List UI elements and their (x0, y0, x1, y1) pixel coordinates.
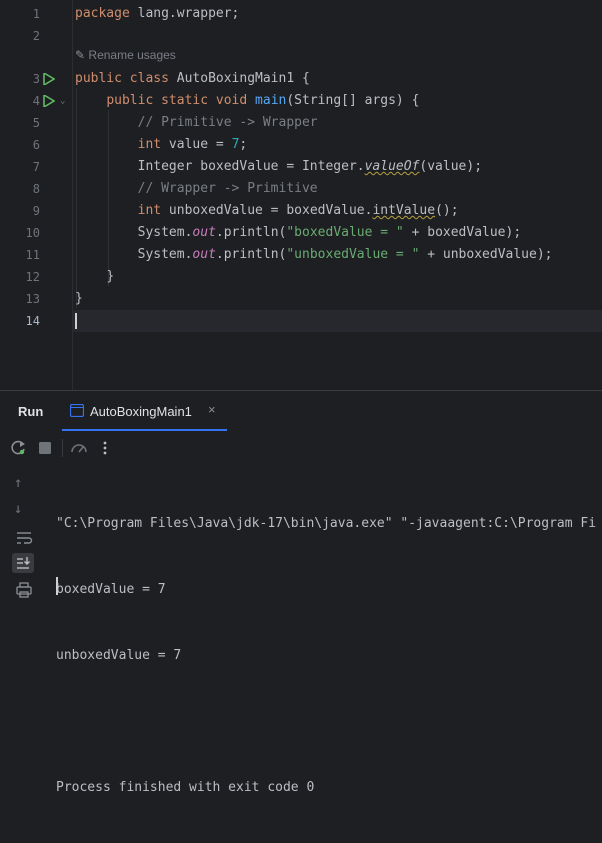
run-triangle-icon[interactable] (43, 95, 55, 107)
inlay-hint-label: Rename usages (88, 48, 176, 62)
line-number: 4 (32, 94, 40, 108)
code-line: int value = 7; (137, 137, 248, 152)
scroll-to-end-icon[interactable] (12, 553, 34, 573)
coverage-icon[interactable] (70, 439, 88, 457)
gutter-divider (72, 0, 73, 390)
line-number: 2 (32, 29, 40, 43)
console-line: "C:\Program Files\Java\jdk-17\bin\java.e… (56, 516, 597, 531)
toolbar-separator (62, 439, 63, 457)
code-line: int unboxedValue = boxedValue.intValue()… (137, 203, 459, 218)
inlay-hint[interactable]: ✎ Rename usages (75, 48, 176, 62)
fold-chevron-icon[interactable]: ⌄ (60, 96, 65, 106)
console-icon (70, 404, 84, 417)
line-number: 11 (25, 248, 40, 262)
active-tab-indicator (62, 429, 227, 431)
code-editor[interactable]: 1 2 3 4 5 6 7 8 9 10 11 12 13 14 ⌄ ✎ Ren… (0, 0, 602, 390)
more-vertical-icon[interactable] (96, 439, 114, 457)
arrow-up-icon[interactable]: ↑ (14, 475, 34, 493)
code-line: } (106, 269, 115, 284)
console-line: unboxedValue = 7 (56, 648, 182, 663)
console-output[interactable]: "C:\Program Files\Java\jdk-17\bin\java.e… (56, 469, 596, 843)
line-number: 8 (32, 182, 40, 196)
run-tool-window: Run AutoBoxingMain1 × ↑ ↓ "C:\Program Fi… (0, 390, 602, 795)
soft-wrap-icon[interactable] (14, 529, 34, 547)
line-number: 7 (32, 160, 40, 174)
line-number: 6 (32, 138, 40, 152)
rerun-icon[interactable] (10, 439, 28, 457)
tab-autoboxingmain1[interactable]: AutoBoxingMain1 × (62, 391, 227, 431)
arrow-down-icon[interactable]: ↓ (14, 501, 34, 519)
line-number: 13 (25, 292, 40, 306)
code-line: System.out.println("unboxedValue = " + u… (137, 247, 553, 262)
code-line: System.out.println("boxedValue = " + box… (137, 225, 522, 240)
text-caret (75, 313, 77, 329)
code-line: public class AutoBoxingMain1 { (75, 71, 310, 86)
line-number: 14 (25, 314, 40, 328)
line-number: 10 (25, 226, 40, 240)
tab-label: AutoBoxingMain1 (90, 404, 192, 419)
line-number: 5 (32, 116, 40, 130)
line-number: 1 (32, 7, 40, 21)
run-triangle-icon[interactable] (43, 73, 55, 85)
code-line: // Wrapper -> Primitive (137, 181, 318, 196)
code-line: Integer boxedValue = Integer.valueOf(val… (137, 159, 483, 174)
stop-icon[interactable] (36, 439, 54, 457)
rename-usages-icon: ✎ (75, 48, 86, 62)
code-line: } (75, 291, 83, 306)
code-line: package lang.wrapper; (75, 6, 240, 21)
console-side-toolbar: ↑ ↓ (0, 463, 40, 598)
editor-gutter: 1 2 3 4 5 6 7 8 9 10 11 12 13 14 ⌄ (0, 0, 72, 390)
run-panel-title: Run (18, 404, 44, 419)
line-number: 9 (32, 204, 40, 218)
run-toolbar (0, 435, 602, 463)
print-icon[interactable] (14, 581, 34, 599)
line-number: 12 (25, 270, 40, 284)
close-icon[interactable]: × (208, 402, 216, 417)
console-line: boxedValue = 7 (56, 582, 166, 597)
code-line: // Primitive -> Wrapper (137, 115, 318, 130)
code-line: public static void main(String[] args) { (106, 93, 420, 108)
run-tab-bar: Run AutoBoxingMain1 × (0, 391, 602, 431)
console-caret (56, 577, 58, 595)
line-number: 3 (32, 72, 40, 86)
console-line: Process finished with exit code 0 (56, 780, 315, 795)
current-line-highlight (0, 310, 602, 332)
